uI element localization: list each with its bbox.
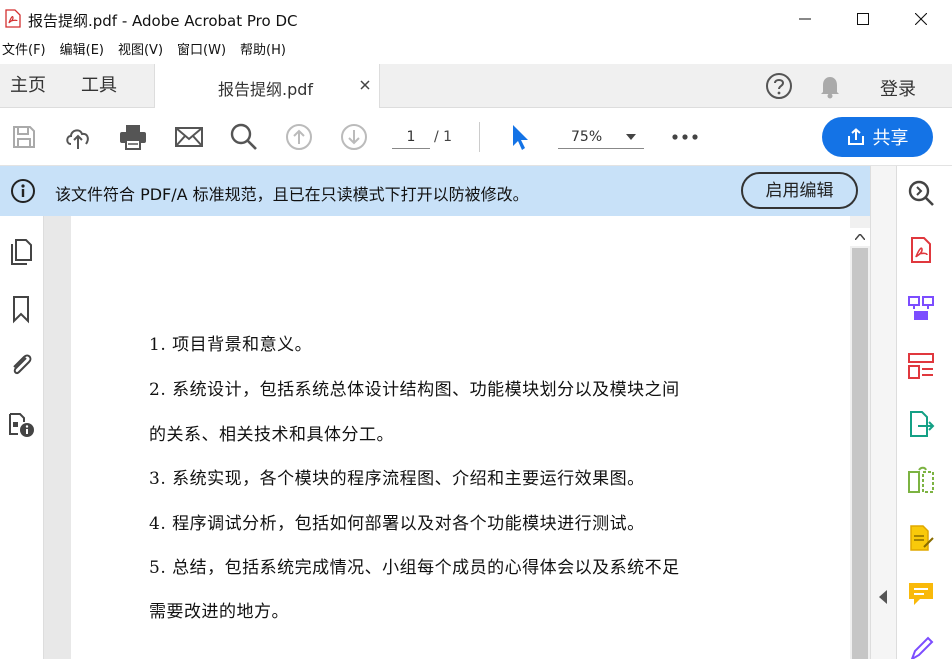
tab-close-icon[interactable] bbox=[357, 77, 373, 93]
minimize-icon bbox=[799, 18, 811, 20]
main-toolbar: 1 / 1 75% 共享 bbox=[0, 108, 952, 166]
pdf-page: 1. 项目背景和意义。 2. 系统设计，包括系统总体设计结构图、功能模块划分以及… bbox=[71, 216, 850, 659]
window-title: 报告提纲.pdf - Adobe Acrobat Pro DC bbox=[28, 12, 298, 30]
outline-item-2: 2. 系统设计，包括系统总体设计结构图、功能模块划分以及模块之间 bbox=[149, 380, 680, 400]
outline-item-1: 1. 项目背景和意义。 bbox=[149, 335, 313, 355]
chevron-up-icon bbox=[855, 234, 865, 240]
menu-help[interactable]: 帮助(H) bbox=[238, 38, 292, 64]
previous-page-button[interactable] bbox=[284, 122, 314, 152]
arrow-up-circle-icon bbox=[286, 124, 312, 150]
login-link[interactable]: 登录 bbox=[880, 75, 916, 101]
tab-home[interactable]: 主页 bbox=[10, 64, 46, 107]
search-icon bbox=[230, 123, 257, 150]
zoom-search-icon[interactable] bbox=[906, 178, 936, 208]
fill-sign-icon[interactable] bbox=[906, 523, 936, 553]
scroll-thumb[interactable] bbox=[852, 248, 868, 659]
comment-icon[interactable] bbox=[906, 579, 936, 609]
export-pdf-icon[interactable] bbox=[906, 235, 936, 265]
maximize-icon bbox=[857, 13, 869, 25]
notification-bell-icon[interactable] bbox=[816, 72, 844, 100]
email-button[interactable] bbox=[174, 122, 204, 152]
share-upload-icon bbox=[847, 128, 864, 145]
right-pane-gutter bbox=[870, 166, 896, 659]
page-thumbnails-icon[interactable] bbox=[6, 236, 36, 266]
share-label: 共享 bbox=[872, 128, 909, 149]
scroll-up-button[interactable] bbox=[850, 228, 870, 246]
pdfa-info-bar: 该文件符合 PDF/A 标准规范，且已在只读模式下打开以防被修改。 启用编辑 bbox=[0, 166, 870, 216]
more-dots-icon bbox=[672, 134, 698, 140]
outline-item-2-cont: 的关系、相关技术和具体分工。 bbox=[149, 425, 394, 445]
next-page-button[interactable] bbox=[339, 122, 369, 152]
document-tab-label: 报告提纲.pdf bbox=[218, 80, 314, 99]
mail-icon bbox=[175, 127, 203, 147]
select-tool-button[interactable] bbox=[504, 122, 534, 152]
menu-file[interactable]: 文件(F) bbox=[0, 38, 52, 64]
export-icon[interactable] bbox=[906, 409, 936, 439]
share-button[interactable]: 共享 bbox=[822, 117, 933, 157]
help-icon[interactable] bbox=[765, 72, 793, 100]
print-icon bbox=[120, 125, 146, 150]
tab-row: 主页 工具 报告提纲.pdf 登录 bbox=[0, 64, 952, 108]
tab-tools[interactable]: 工具 bbox=[81, 64, 117, 107]
combine-files-icon[interactable] bbox=[906, 293, 936, 323]
right-tools-pane bbox=[896, 166, 952, 659]
toolbar-separator bbox=[479, 122, 480, 152]
menu-bar: 文件(F) 编辑(E) 视图(V) 窗口(W) 帮助(H) bbox=[0, 38, 952, 64]
close-button[interactable] bbox=[892, 0, 950, 38]
menu-view[interactable]: 视图(V) bbox=[116, 38, 169, 64]
outline-item-4: 4. 程序调试分析，包括如何部署以及对各个功能模块进行测试。 bbox=[149, 514, 645, 534]
info-message: 该文件符合 PDF/A 标准规范，且已在只读模式下打开以防被修改。 bbox=[55, 185, 529, 204]
zoom-select[interactable]: 75% bbox=[558, 125, 644, 149]
compress-icon[interactable] bbox=[906, 466, 936, 496]
page-number-input[interactable]: 1 bbox=[392, 125, 430, 149]
outline-item-5: 5. 总结，包括系统完成情况、小组每个成员的心得体会以及系统不足 bbox=[149, 558, 680, 578]
maximize-button[interactable] bbox=[834, 0, 892, 38]
zoom-value: 75% bbox=[571, 129, 603, 145]
document-viewport[interactable]: 1. 项目背景和意义。 2. 系统设计，包括系统总体设计结构图、功能模块划分以及… bbox=[44, 216, 850, 659]
close-icon bbox=[915, 13, 927, 25]
attachment-icon[interactable] bbox=[6, 350, 36, 380]
more-tools-button[interactable] bbox=[670, 122, 700, 152]
page-total: / 1 bbox=[434, 129, 453, 145]
left-navigation-rail bbox=[0, 216, 63, 659]
outline-item-3: 3. 系统实现，各个模块的程序流程图、介绍和主要运行效果图。 bbox=[149, 469, 645, 489]
print-button[interactable] bbox=[118, 122, 148, 152]
file-info-icon[interactable] bbox=[6, 408, 36, 438]
upload-cloud-button[interactable] bbox=[63, 122, 93, 152]
edit-pen-icon[interactable] bbox=[906, 633, 936, 659]
menu-window[interactable]: 窗口(W) bbox=[175, 38, 232, 64]
collapse-right-panel-icon[interactable] bbox=[878, 590, 888, 604]
organize-pages-icon[interactable] bbox=[906, 351, 936, 381]
save-icon bbox=[13, 126, 35, 148]
search-button[interactable] bbox=[229, 122, 259, 152]
outline-item-5-cont: 需要改进的地方。 bbox=[149, 602, 289, 622]
arrow-down-circle-icon bbox=[341, 124, 367, 150]
menu-edit[interactable]: 编辑(E) bbox=[58, 38, 110, 64]
bookmark-icon[interactable] bbox=[6, 294, 36, 324]
cursor-arrow-icon bbox=[513, 125, 528, 150]
save-button[interactable] bbox=[9, 122, 39, 152]
minimize-button[interactable] bbox=[776, 0, 834, 38]
tab-document[interactable]: 报告提纲.pdf bbox=[154, 64, 380, 108]
cloud-upload-icon bbox=[66, 129, 89, 149]
vertical-scrollbar[interactable] bbox=[850, 216, 870, 659]
info-icon bbox=[11, 179, 35, 203]
title-bar: 报告提纲.pdf - Adobe Acrobat Pro DC bbox=[0, 0, 952, 38]
enable-editing-button[interactable]: 启用编辑 bbox=[741, 172, 858, 209]
acrobat-file-icon bbox=[5, 9, 21, 28]
chevron-down-icon bbox=[626, 134, 636, 140]
